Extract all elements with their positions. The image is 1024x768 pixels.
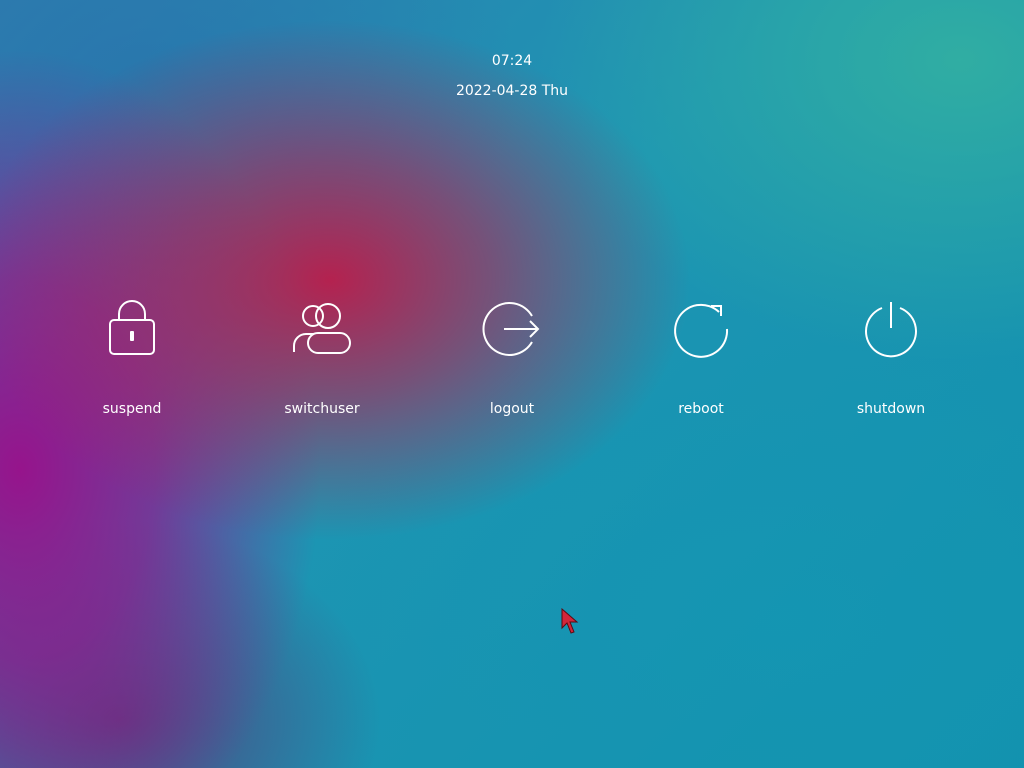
users-icon <box>292 296 352 362</box>
logout-button[interactable]: logout <box>442 296 582 426</box>
shutdown-button[interactable]: shutdown <box>821 296 961 426</box>
power-icon <box>861 296 921 362</box>
logout-icon <box>482 296 542 362</box>
reboot-button[interactable]: reboot <box>631 296 771 426</box>
shutdown-label: shutdown <box>856 401 926 417</box>
clock-date: 2022-04-28 Thu <box>455 83 569 99</box>
logout-label: logout <box>489 401 535 417</box>
switchuser-label: switchuser <box>284 401 360 417</box>
suspend-label: suspend <box>102 401 162 417</box>
mouse-pointer-icon <box>561 607 579 636</box>
clock-time: 07:24 <box>491 53 533 69</box>
reboot-label: reboot <box>678 401 724 417</box>
lock-icon <box>102 296 162 362</box>
reboot-icon <box>671 296 731 362</box>
switchuser-button[interactable]: switchuser <box>252 296 392 426</box>
suspend-button[interactable]: suspend <box>62 296 202 426</box>
